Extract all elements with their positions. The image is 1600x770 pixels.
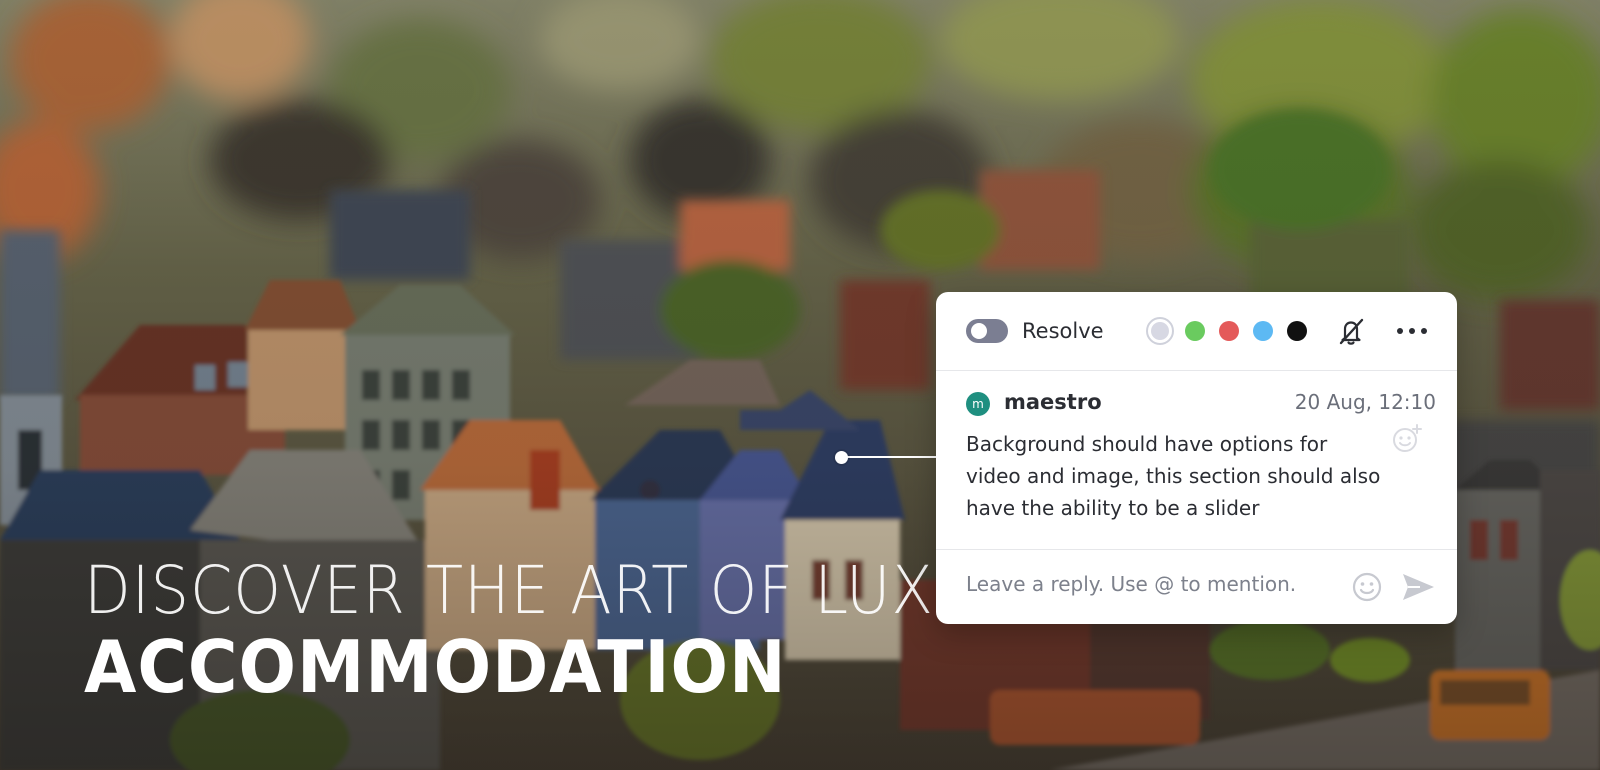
- comment-pin[interactable]: [835, 451, 848, 464]
- bell-off-icon[interactable]: [1334, 314, 1368, 348]
- color-swatch-black[interactable]: [1287, 321, 1307, 341]
- comment-text: Background should have options for video…: [966, 432, 1381, 520]
- reply-bar: [936, 549, 1457, 624]
- color-swatch-gray-fill: [1151, 322, 1169, 340]
- hero-heading-line1: DISCOVER THE ART OF LUXURY: [84, 552, 1057, 629]
- color-swatch-gray[interactable]: [1146, 317, 1174, 345]
- avatar: m: [966, 392, 990, 416]
- comment-author: maestro: [1004, 390, 1102, 414]
- color-swatch-blue[interactable]: [1253, 321, 1273, 341]
- reply-input[interactable]: [966, 572, 1326, 596]
- send-icon[interactable]: [1400, 570, 1436, 604]
- emoji-icon[interactable]: [1350, 570, 1384, 604]
- resolve-label: Resolve: [1022, 319, 1104, 343]
- comment-pin-connector: [846, 456, 938, 458]
- more-horizontal-icon[interactable]: [1392, 314, 1432, 348]
- resolve-toggle[interactable]: [966, 319, 1008, 343]
- add-reaction-icon[interactable]: [1390, 422, 1424, 456]
- color-swatch-green[interactable]: [1185, 321, 1205, 341]
- color-swatch-red[interactable]: [1219, 321, 1239, 341]
- resolve-toggle-knob: [971, 323, 987, 339]
- comment-timestamp: 20 Aug, 12:10: [1294, 390, 1436, 414]
- page-canvas: DISCOVER THE ART OF LUXURY ACCOMMODATION…: [0, 0, 1600, 770]
- comment-toolbar: Resolve: [936, 292, 1457, 371]
- hero-heading-line2: ACCOMMODATION: [84, 625, 787, 709]
- comment-card: Resolve m maestro 20 Aug, 12:10 Backgrou…: [936, 292, 1457, 624]
